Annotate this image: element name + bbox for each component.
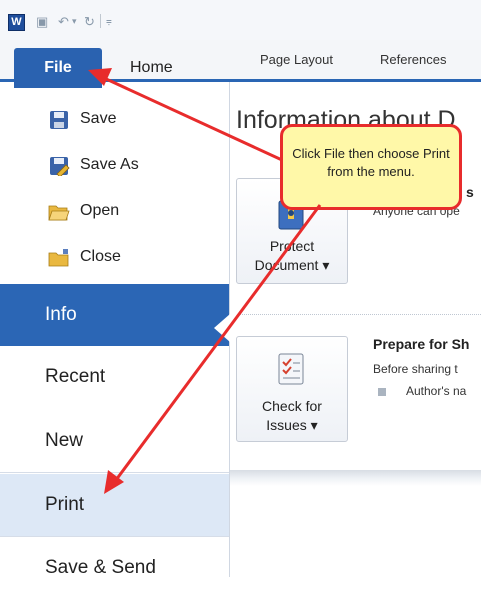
tab-references[interactable]: References	[380, 52, 446, 67]
undo-dropdown-icon[interactable]: ▾	[72, 14, 77, 29]
check-label-line2: Issues ▾	[266, 417, 318, 433]
prepare-text: Before sharing t	[373, 362, 458, 376]
bullet-icon	[378, 388, 386, 396]
content-shadow	[230, 470, 481, 486]
menu-item-recent[interactable]: Recent	[0, 346, 229, 408]
check-label-line1: Check for	[262, 398, 322, 414]
menu-label-info: Info	[45, 304, 77, 325]
menu-label-save-and-send: Save & Send	[45, 557, 156, 578]
selected-pointer	[214, 314, 230, 342]
check-for-issues-button[interactable]: Check for Issues ▾	[236, 336, 348, 442]
menu-item-save-and-send[interactable]: Save & Send	[0, 537, 229, 599]
quick-access-toolbar: W ▣ ↶ ▾ ↻ ⩦	[0, 0, 481, 40]
menu-item-open[interactable]: Open	[0, 198, 229, 226]
protect-label-line2: Document ▾	[254, 257, 330, 273]
menu-label-new: New	[45, 430, 84, 451]
menu-item-save-as[interactable]: Save As	[0, 152, 229, 180]
instruction-callout: Click File then choose Print from the me…	[280, 124, 462, 210]
word-app-icon: W	[8, 14, 25, 31]
backstage-menu: Save Save As Open Close Info Recent New …	[0, 82, 230, 578]
protect-label-line1: Protect	[269, 238, 315, 254]
menu-item-new[interactable]: New	[0, 410, 229, 472]
tab-home[interactable]: Home	[130, 59, 173, 77]
menu-label-recent: Recent	[45, 366, 106, 387]
menu-label-save: Save	[80, 110, 117, 127]
menu-item-close[interactable]: Close	[0, 244, 229, 272]
menu-item-print[interactable]: Print	[0, 474, 229, 536]
menu-label-close: Close	[80, 248, 121, 265]
menu-item-info[interactable]: Info	[0, 284, 229, 346]
undo-icon[interactable]: ↶	[58, 14, 69, 29]
menu-label-save-as: Save As	[80, 156, 139, 173]
menu-item-save[interactable]: Save	[0, 106, 229, 134]
tab-page-layout[interactable]: Page Layout	[260, 52, 333, 67]
prepare-title: Prepare for Sh	[373, 336, 470, 352]
menu-separator	[0, 472, 229, 473]
save-icon[interactable]: ▣	[36, 14, 48, 29]
menu-label-open: Open	[80, 202, 120, 219]
close-folder-icon	[48, 249, 69, 267]
menu-label-print: Print	[45, 494, 85, 515]
open-folder-icon	[48, 205, 70, 221]
toolbar-separator	[100, 14, 101, 28]
tab-file[interactable]: File	[14, 48, 102, 88]
author-name-item: Author's na	[406, 384, 467, 398]
section-divider	[240, 314, 481, 315]
save-icon	[50, 111, 68, 129]
checklist-icon	[278, 353, 304, 385]
save-as-icon	[50, 157, 70, 176]
callout-text: Click File then choose Print from the me…	[292, 146, 450, 179]
customize-toolbar-icon[interactable]: ⩦	[106, 14, 112, 29]
permissions-title: s	[466, 184, 474, 200]
redo-icon[interactable]: ↻	[84, 14, 95, 29]
